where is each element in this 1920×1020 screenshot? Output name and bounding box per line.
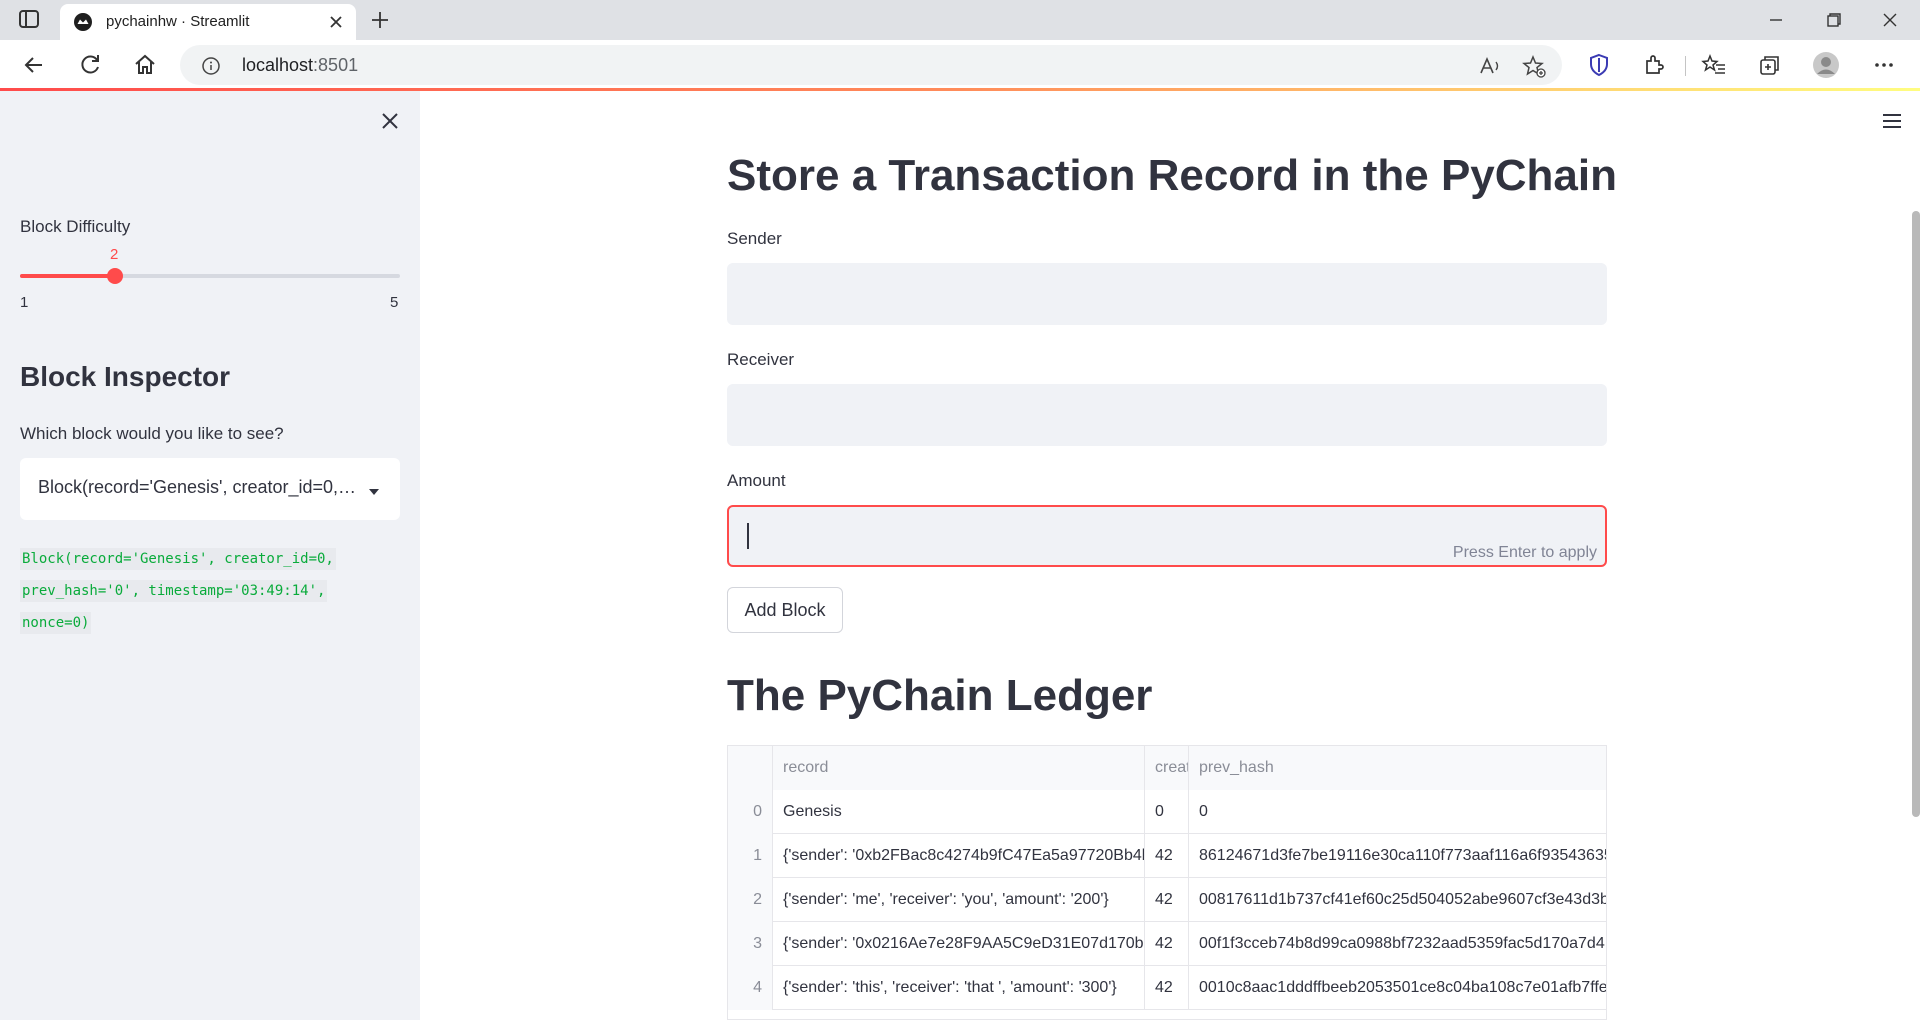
tab-title: pychainhw · Streamlit — [106, 13, 250, 30]
row-index: 3 — [728, 922, 773, 966]
add-block-button[interactable]: Add Block — [727, 587, 843, 633]
header-cell-creator[interactable]: creat — [1145, 746, 1189, 790]
row-index: 1 — [728, 834, 773, 878]
table-row[interactable]: 2 {'sender': 'me', 'receiver': 'you', 'a… — [728, 878, 1606, 922]
slider-label: Block Difficulty — [20, 217, 131, 236]
header-cell-record[interactable]: record — [773, 746, 1145, 790]
slider-max: 5 — [390, 294, 399, 311]
slider-min: 1 — [20, 294, 29, 311]
browser-toolbar: localhost:8501 — [0, 40, 1920, 90]
minimize-icon[interactable] — [1762, 8, 1790, 32]
row-index: 2 — [728, 878, 773, 922]
favorites-icon[interactable] — [1701, 52, 1727, 78]
block-select[interactable]: Block(record='Genesis', creator_id=0, pr… — [20, 458, 400, 520]
sender-label: Sender — [727, 229, 782, 248]
url-host: localhost — [242, 55, 314, 75]
browser-tab-bar: pychainhw · Streamlit — [0, 0, 1920, 40]
tab-actions-icon[interactable] — [18, 9, 42, 31]
block-output-line: Block(record='Genesis', creator_id=0, — [20, 548, 336, 570]
prev-hash-cell[interactable]: 00f1f3cceb74b8d99ca0988bf7232aad5359fac5… — [1189, 922, 1606, 966]
scrollbar[interactable] — [1912, 211, 1920, 817]
record-cell[interactable]: {'sender': '0xb2FBac8c4274b9fC47Ea5a9772… — [773, 834, 1145, 878]
home-icon[interactable] — [131, 51, 159, 79]
block-output: Block(record='Genesis', creator_id=0, pr… — [20, 543, 390, 639]
address-bar[interactable]: localhost:8501 — [180, 45, 1562, 85]
record-cell[interactable]: {'sender': '0x0216Ae7e28F9AA5C9eD31E07d1… — [773, 922, 1145, 966]
row-index: 4 — [728, 966, 773, 1010]
toolbar-separator — [1685, 56, 1686, 76]
row-index: 0 — [728, 790, 773, 834]
record-cell[interactable]: Genesis — [773, 790, 1145, 834]
hamburger-menu-icon[interactable] — [1880, 111, 1904, 131]
creator-cell[interactable]: 42 — [1145, 878, 1189, 922]
url-text: localhost:8501 — [242, 55, 358, 76]
block-select-value: Block(record='Genesis', creator_id=0, pr… — [38, 477, 358, 497]
creator-cell[interactable]: 42 — [1145, 834, 1189, 878]
collections-icon[interactable] — [1756, 52, 1782, 78]
record-cell[interactable]: {'sender': 'this', 'receiver': 'that ', … — [773, 966, 1145, 1010]
restore-icon[interactable] — [1819, 8, 1847, 32]
site-info-icon[interactable] — [202, 57, 220, 75]
profile-avatar-icon[interactable] — [1813, 52, 1839, 78]
creator-cell[interactable]: 42 — [1145, 922, 1189, 966]
header-cell-index — [728, 746, 773, 790]
table-row[interactable]: 3 {'sender': '0x0216Ae7e28F9AA5C9eD31E07… — [728, 922, 1606, 966]
new-tab-icon[interactable] — [368, 8, 392, 32]
close-tab-icon[interactable] — [326, 12, 346, 32]
table-row[interactable]: 0 Genesis 0 0 — [728, 790, 1606, 834]
block-output-line: nonce=0) — [20, 612, 92, 634]
chevron-down-icon — [368, 484, 380, 495]
sender-input[interactable] — [727, 263, 1607, 325]
ledger-table[interactable]: record creat prev_hash 0 Genesis 0 0 1 {… — [727, 745, 1607, 1020]
table-row[interactable]: 1 {'sender': '0xb2FBac8c4274b9fC47Ea5a97… — [728, 834, 1606, 878]
reload-icon[interactable] — [76, 51, 104, 79]
browser-tab[interactable]: pychainhw · Streamlit — [60, 4, 356, 40]
add-block-label: Add Block — [744, 600, 826, 620]
prev-hash-cell[interactable]: 0010c8aac1dddffbeeb2053501ce8c04ba108c7e… — [1189, 966, 1606, 1010]
record-cell[interactable]: {'sender': 'me', 'receiver': 'you', 'amo… — [773, 878, 1145, 922]
amount-label: Amount — [727, 471, 786, 490]
table-header-row: record creat prev_hash — [728, 746, 1606, 790]
slider-thumb[interactable] — [107, 268, 123, 284]
creator-cell[interactable]: 42 — [1145, 966, 1189, 1010]
prev-hash-cell[interactable]: 00817611d1b737cf41ef60c25d504052abe9607c… — [1189, 878, 1606, 922]
block-inspector-heading: Block Inspector — [20, 361, 231, 392]
ledger-title: The PyChain Ledger — [727, 671, 1153, 720]
sidebar: Block Difficulty 2 1 5 Block Inspector W… — [0, 91, 420, 1020]
page-title: Store a Transaction Record in the PyChai… — [727, 151, 1617, 200]
receiver-input[interactable] — [727, 384, 1607, 446]
read-aloud-icon[interactable] — [1478, 54, 1502, 78]
browser-shield-icon[interactable] — [1586, 52, 1612, 78]
block-output-line: prev_hash='0', timestamp='03:49:14', — [20, 580, 328, 602]
back-icon[interactable] — [20, 51, 48, 79]
close-window-icon[interactable] — [1876, 8, 1904, 32]
slider-fill — [20, 274, 115, 278]
url-port: :8501 — [313, 55, 359, 75]
extensions-icon[interactable] — [1641, 52, 1667, 78]
header-cell-prev-hash[interactable]: prev_hash — [1189, 746, 1606, 790]
block-select-label: Which block would you like to see? — [20, 424, 284, 443]
difficulty-slider[interactable] — [20, 268, 400, 284]
more-menu-icon[interactable] — [1871, 52, 1897, 78]
close-sidebar-icon[interactable] — [378, 109, 402, 133]
receiver-label: Receiver — [727, 350, 795, 369]
slider-value: 2 — [110, 246, 119, 263]
main-content: Store a Transaction Record in the PyChai… — [420, 91, 1920, 1020]
prev-hash-cell[interactable]: 0 — [1189, 790, 1606, 834]
streamlit-logo-icon — [74, 13, 92, 31]
table-row[interactable]: 4 {'sender': 'this', 'receiver': 'that '… — [728, 966, 1606, 1010]
prev-hash-cell[interactable]: 86124671d3fe7be19116e30ca110f773aaf116a6… — [1189, 834, 1606, 878]
creator-cell[interactable]: 0 — [1145, 790, 1189, 834]
amount-input[interactable]: Press Enter to apply — [727, 505, 1607, 567]
press-enter-hint: Press Enter to apply — [1452, 544, 1597, 561]
add-favorite-icon[interactable] — [1522, 54, 1546, 78]
text-caret — [747, 523, 749, 549]
